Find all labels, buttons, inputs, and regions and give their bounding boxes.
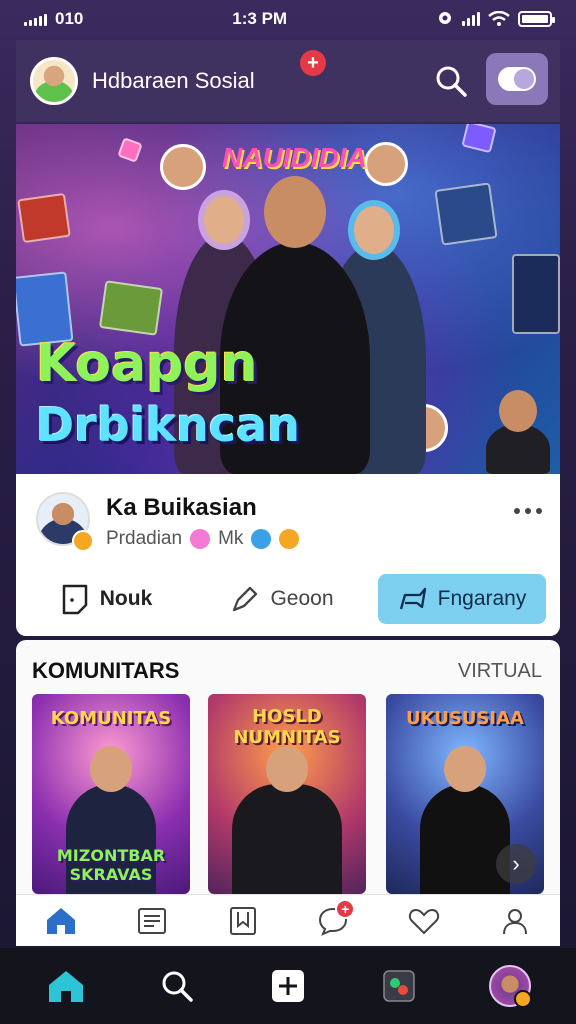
- person-figure: [420, 746, 510, 894]
- search-icon[interactable]: [434, 64, 468, 98]
- community-card-title: KOMUNITAS: [50, 708, 172, 729]
- deco-tile: [461, 124, 497, 154]
- like-label: Nouk: [99, 587, 153, 610]
- status-bar: 010 1:3 PM: [0, 0, 576, 38]
- app-title: Hdbaraen Sosial: [92, 68, 255, 93]
- tab-favorites[interactable]: [402, 899, 446, 943]
- community-card[interactable]: UKUSUSIAA ›: [386, 694, 544, 894]
- status-right: [436, 10, 555, 28]
- nav-game[interactable]: [373, 960, 425, 1012]
- status-badge: [514, 990, 533, 1008]
- send-button[interactable]: Fngarany: [378, 574, 546, 624]
- tab-bookmark[interactable]: [221, 899, 265, 943]
- hero-title-line1: Koapgn: [36, 334, 258, 394]
- deco-tile: [98, 280, 164, 336]
- post-meta-text: Prdadian: [106, 528, 183, 549]
- profile-bubble: [364, 142, 408, 186]
- tab-home[interactable]: [39, 899, 83, 943]
- cell-signal-icon: [461, 12, 480, 26]
- verified-badge-icon: [72, 530, 94, 552]
- hero-brand: NAUIDIDIA: [222, 142, 367, 173]
- game-icon: [383, 970, 415, 1002]
- heart-icon: [408, 908, 440, 934]
- location-icon: [438, 12, 451, 24]
- tab-chat[interactable]: +: [311, 898, 356, 943]
- wifi-icon: [488, 11, 510, 26]
- send-icon: [399, 587, 426, 610]
- hero-title-line2: Drbikncan: [36, 398, 300, 452]
- app-header: Hdbaraen Sosial +: [16, 40, 560, 122]
- community-title: KOMUNITARS: [32, 658, 180, 683]
- deco-tile: [434, 182, 498, 246]
- home-icon: [47, 907, 76, 934]
- mode-toggle[interactable]: [486, 53, 548, 105]
- community-card[interactable]: KOMUNITAS MIZONTBAR SKRAVAS: [32, 694, 190, 894]
- carousel-next-button[interactable]: ›: [496, 844, 536, 884]
- community-section: KOMUNITARS VIRTUAL KOMUNITAS MIZONTBAR S…: [16, 640, 560, 894]
- nav-search[interactable]: [151, 960, 203, 1012]
- deco-tile: [512, 254, 560, 334]
- deco-tile: [117, 137, 143, 163]
- nav-add[interactable]: [262, 960, 314, 1012]
- toggle-icon: [498, 67, 536, 91]
- news-icon: [137, 907, 166, 934]
- share-button[interactable]: Geoon: [222, 574, 342, 624]
- signal-icon: [24, 12, 47, 26]
- reaction-icon: [251, 529, 272, 549]
- more-horizontal-icon[interactable]: [514, 508, 542, 514]
- tab-profile[interactable]: [493, 899, 537, 943]
- home-icon: [48, 971, 83, 1002]
- share-label: Geoon: [270, 587, 334, 610]
- user-avatar[interactable]: [30, 57, 78, 105]
- community-card[interactable]: HOSLD NUMNITAS: [208, 694, 366, 894]
- community-carousel: KOMUNITAS MIZONTBAR SKRAVAS HOSLD NUMNIT…: [32, 694, 546, 894]
- reaction-icon: [279, 529, 300, 549]
- chat-badge: +: [335, 898, 356, 919]
- post-meta-text: Mk: [218, 528, 244, 549]
- send-label: Fngarany: [437, 587, 527, 610]
- community-link[interactable]: VIRTUAL: [458, 660, 542, 683]
- bottom-nav: [0, 948, 576, 1024]
- reaction-icon: [190, 529, 211, 549]
- bookmark-icon: [229, 906, 256, 935]
- post-meta: Prdadian Mk: [106, 528, 300, 550]
- profile-bubble: [160, 144, 206, 190]
- share-icon: [233, 586, 258, 612]
- like-button[interactable]: Nouk: [46, 574, 166, 624]
- deco-tile: [17, 192, 71, 244]
- status-left: 010: [24, 9, 83, 29]
- post-actions: Nouk Geoon Fngarany: [16, 572, 560, 626]
- community-card-title: UKUSUSIAA: [406, 708, 524, 729]
- nav-profile[interactable]: [484, 960, 536, 1012]
- status-left-text: 010: [55, 9, 84, 28]
- notification-badge[interactable]: +: [300, 50, 326, 76]
- post-card: Ka Buikasian Prdadian Mk Nouk Geoon Fnga…: [16, 474, 560, 636]
- profile-icon: [502, 908, 527, 934]
- nav-home[interactable]: [40, 960, 92, 1012]
- community-card-subtitle: MIZONTBAR SKRAVAS: [56, 846, 166, 884]
- post-author-name[interactable]: Ka Buikasian: [106, 494, 257, 522]
- note-icon: [62, 584, 87, 615]
- add-icon: [271, 970, 304, 1002]
- battery-icon: [517, 11, 555, 27]
- inner-tab-bar: +: [16, 894, 560, 946]
- tab-news[interactable]: [130, 899, 174, 943]
- search-icon: [162, 971, 193, 1002]
- community-card-title: HOSLD NUMNITAS: [233, 706, 341, 748]
- status-time: 1:3 PM: [232, 9, 288, 28]
- hero-banner[interactable]: NAUIDIDIA Koapgn Drbikncan: [16, 124, 560, 474]
- person-figure: [486, 390, 550, 474]
- person-figure: [232, 746, 342, 894]
